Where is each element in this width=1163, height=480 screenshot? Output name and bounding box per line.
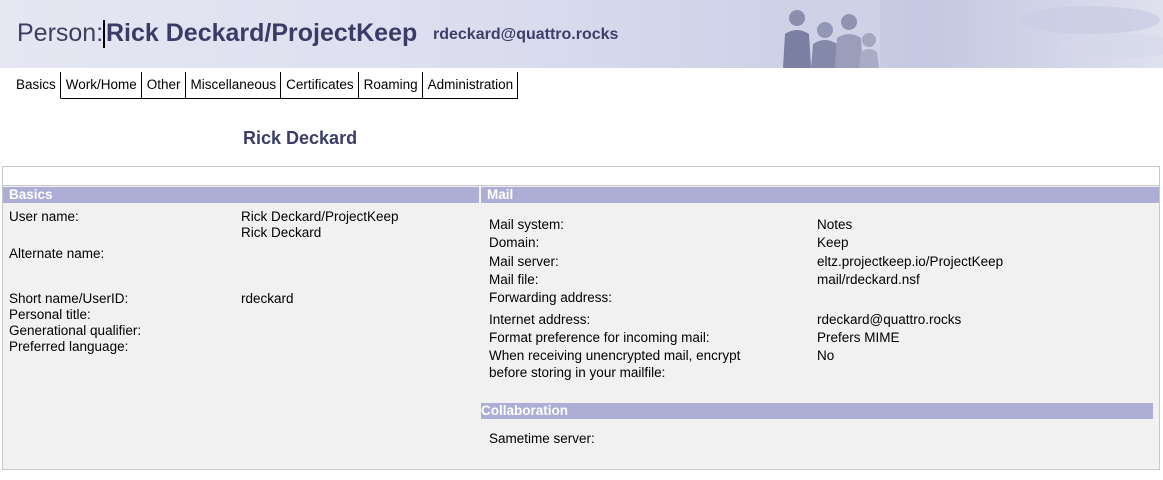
short-name-value: rdeckard: [241, 291, 294, 306]
decorative-swirl-image: [1020, 6, 1163, 58]
internet-address-value: rdeckard@quattro.rocks: [817, 312, 962, 327]
tab-miscellaneous[interactable]: Miscellaneous: [185, 72, 282, 99]
header-email: rdeckard@quattro.rocks: [433, 26, 619, 43]
domain-value: Keep: [817, 235, 849, 250]
sametime-server-label: Sametime server:: [489, 431, 595, 446]
mail-file-label: Mail file:: [489, 272, 539, 287]
internet-address-label: Internet address:: [489, 312, 591, 327]
mail-system-value: Notes: [817, 217, 853, 232]
tab-certificates[interactable]: Certificates: [281, 72, 359, 99]
preferred-language-label: Preferred language:: [9, 339, 129, 354]
personal-title-label: Personal title:: [9, 307, 91, 322]
display-name-heading: Rick Deckard: [243, 128, 358, 148]
collaboration-section-header: Collaboration: [481, 403, 1153, 419]
short-name-label: Short name/UserID:: [9, 291, 129, 306]
format-preference-value: Prefers MIME: [817, 330, 900, 345]
mail-file-value: mail/rdeckard.nsf: [817, 272, 920, 287]
format-preference-label: Format preference for incoming mail:: [489, 330, 710, 345]
mail-server-label: Mail server:: [489, 254, 559, 269]
panel-top-strip: [3, 167, 1159, 186]
user-name-value-primary: Rick Deckard/ProjectKeep: [241, 209, 399, 224]
header-banner: Person: Rick Deckard/ProjectKeep rdeckar…: [0, 0, 1163, 68]
tab-roaming[interactable]: Roaming: [358, 72, 423, 99]
encrypt-label-line2: before storing in your mailfile:: [489, 365, 666, 380]
encrypt-value: No: [817, 348, 835, 363]
forwarding-address-label: Forwarding address:: [489, 290, 613, 305]
header-prefix: Person:: [17, 19, 104, 47]
mail-system-label: Mail system:: [489, 217, 565, 232]
user-name-value-secondary: Rick Deckard: [241, 225, 322, 240]
generational-qualifier-label: Generational qualifier:: [9, 323, 142, 338]
basics-section-header: Basics: [3, 187, 479, 203]
people-photo-image: [775, 0, 880, 68]
tab-bar: Basics Work/Home Other Miscellaneous Cer…: [13, 72, 519, 99]
tab-work-home[interactable]: Work/Home: [60, 72, 142, 99]
alternate-name-label: Alternate name:: [9, 246, 105, 261]
domain-label: Domain:: [489, 235, 540, 250]
tab-administration[interactable]: Administration: [422, 72, 519, 99]
tab-other[interactable]: Other: [141, 72, 186, 99]
user-name-label: User name:: [9, 209, 79, 224]
person-details-panel: Basics User name: Rick Deckard/ProjectKe…: [2, 166, 1160, 470]
person-name-title: Rick Deckard/ProjectKeep: [106, 19, 418, 47]
text-cursor: [103, 20, 105, 48]
tab-basics[interactable]: Basics: [13, 72, 61, 99]
mail-server-value: eltz.projectkeep.io/ProjectKeep: [817, 254, 1004, 269]
encrypt-label-line1: When receiving unencrypted mail, encrypt: [489, 348, 741, 363]
mail-section-header: Mail: [481, 187, 1159, 203]
